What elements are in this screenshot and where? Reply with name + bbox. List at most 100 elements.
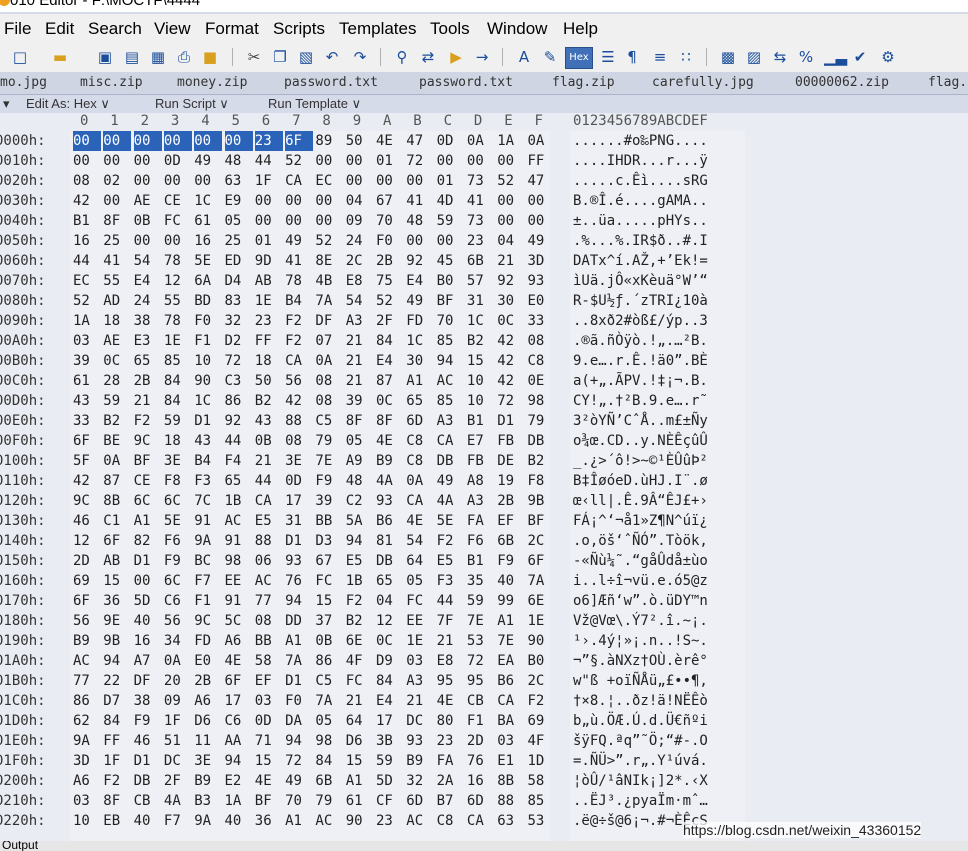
hex-byte[interactable]: 21 [134,391,162,411]
hex-byte[interactable]: 3E [164,451,192,471]
hex-byte[interactable]: C1 [103,511,131,531]
cut-icon[interactable]: ✂ [244,47,264,67]
hex-byte[interactable]: 1A [73,311,101,331]
hex-byte[interactable]: AC [437,371,465,391]
hex-byte[interactable]: E4 [376,351,404,371]
hex-byte[interactable]: 56 [285,371,313,391]
hex-byte[interactable]: 51 [164,731,192,751]
hex-byte[interactable]: 16 [194,231,222,251]
hex-byte[interactable]: 1E [406,631,434,651]
hex-byte[interactable]: 6B [497,531,525,551]
hex-byte[interactable]: 6D [467,791,495,811]
hex-byte[interactable]: DB [134,771,162,791]
hex-byte[interactable]: 7E [497,631,525,651]
highlight-icon[interactable]: ✎ [540,47,560,67]
hex-byte[interactable]: AB [103,551,131,571]
hex-byte[interactable]: 40 [497,571,525,591]
calculator-icon[interactable]: ▩ [718,47,738,67]
hex-byte[interactable]: 0A [528,131,556,151]
hex-byte[interactable]: 42 [497,331,525,351]
hex-byte[interactable]: 98 [315,731,343,751]
hex-byte[interactable]: 9A [194,531,222,551]
hex-byte[interactable]: 6D [406,791,434,811]
hex-byte[interactable]: D3 [315,531,343,551]
hex-byte[interactable]: 17 [285,491,313,511]
ascii-text[interactable]: CY!„.†²B.9.e….r˜ [573,391,708,411]
hex-byte[interactable]: FF [528,151,556,171]
hex-byte[interactable]: 15 [467,351,495,371]
hex-byte[interactable]: E5 [437,551,465,571]
hex-byte[interactable]: A3 [467,491,495,511]
hex-byte[interactable]: F2 [528,691,556,711]
menu-search[interactable]: Search [88,19,142,39]
hex-byte[interactable]: A7 [134,651,162,671]
hex-byte[interactable]: B0 [437,271,465,291]
hex-byte[interactable]: 65 [376,571,404,591]
hex-byte[interactable]: E3 [134,331,162,351]
hex-byte[interactable]: FC [315,571,343,591]
hex-byte[interactable]: 44 [255,471,283,491]
hex-byte[interactable]: CE [134,471,162,491]
hex-byte[interactable]: 6C [164,491,192,511]
hex-byte[interactable]: F2 [346,591,374,611]
hex-byte[interactable]: 4D [437,191,465,211]
hex-byte[interactable]: 11 [194,731,222,751]
hex-mode-toggle[interactable]: Hex [565,47,593,69]
hex-byte[interactable]: 08 [255,611,283,631]
hex-byte[interactable]: E4 [134,271,162,291]
hex-byte[interactable]: 2F [164,771,192,791]
hex-byte[interactable]: E1 [497,751,525,771]
hex-byte[interactable]: FB [497,431,525,451]
hex-byte[interactable]: F0 [285,691,313,711]
hex-byte[interactable]: 1B [346,571,374,591]
ascii-text[interactable]: œ‹ll|.Ê.9Â“ÊJ£+› [573,491,708,511]
hex-byte[interactable]: 21 [497,251,525,271]
menu-window[interactable]: Window [487,19,547,39]
hex-byte[interactable]: 64 [406,551,434,571]
hex-byte[interactable]: 1C [467,311,495,331]
hash-icon[interactable]: ⚙ [878,47,898,67]
hex-byte[interactable]: 10 [194,351,222,371]
hex-byte[interactable]: 64 [346,711,374,731]
hex-byte[interactable]: 94 [437,351,465,371]
hex-byte[interactable]: 5C [225,611,253,631]
hex-byte[interactable]: 88 [255,531,283,551]
tab-file[interactable]: money.zip [177,75,247,91]
hex-byte[interactable]: 00 [285,211,313,231]
hex-byte[interactable]: 03 [255,691,283,711]
hex-byte[interactable]: AC [255,571,283,591]
ascii-text[interactable]: ¹›.4ý¦»¡.n..!S~. [573,631,708,651]
hex-byte[interactable]: 50 [255,371,283,391]
hex-byte[interactable]: 4A [164,791,192,811]
hex-byte[interactable]: 2B [376,251,404,271]
hex-byte[interactable]: 44 [225,431,253,451]
hex-byte[interactable]: 44 [255,151,283,171]
text-mode-icon[interactable]: ☰ [598,47,618,67]
hex-byte[interactable]: 46 [73,511,101,531]
ascii-text[interactable]: B.®Î.é....gAMA.. [573,191,708,211]
hex-byte[interactable]: 8F [376,411,404,431]
hex-byte[interactable]: B0 [528,651,556,671]
hex-byte[interactable]: 90 [346,811,374,831]
hex-byte[interactable]: 1F [255,171,283,191]
open-folder-icon[interactable]: ▬ [50,47,70,67]
hex-byte[interactable]: 70 [376,211,404,231]
ascii-text[interactable]: .%...%.IR$ð..#.I [573,231,708,251]
hex-byte[interactable]: 00 [376,171,404,191]
new-file-icon[interactable]: □ [10,47,30,67]
menu-scripts[interactable]: Scripts [273,19,325,39]
hex-byte[interactable]: 84 [376,331,404,351]
hex-byte[interactable]: B2 [346,611,374,631]
hex-byte[interactable]: 1A [225,791,253,811]
hex-byte[interactable]: 0D [164,151,192,171]
hex-byte[interactable]: 4E [376,431,404,451]
hex-byte[interactable]: 9B [103,631,131,651]
hex-byte[interactable]: E8 [437,651,465,671]
hex-byte[interactable]: 43 [194,431,222,451]
hex-byte[interactable]: 36 [103,591,131,611]
hex-byte[interactable]: 21 [255,451,283,471]
hex-byte[interactable]: EA [497,651,525,671]
hex-byte[interactable]: B2 [467,331,495,351]
hex-byte[interactable]: 00 [134,171,162,191]
hex-byte[interactable]: 53 [528,811,556,831]
